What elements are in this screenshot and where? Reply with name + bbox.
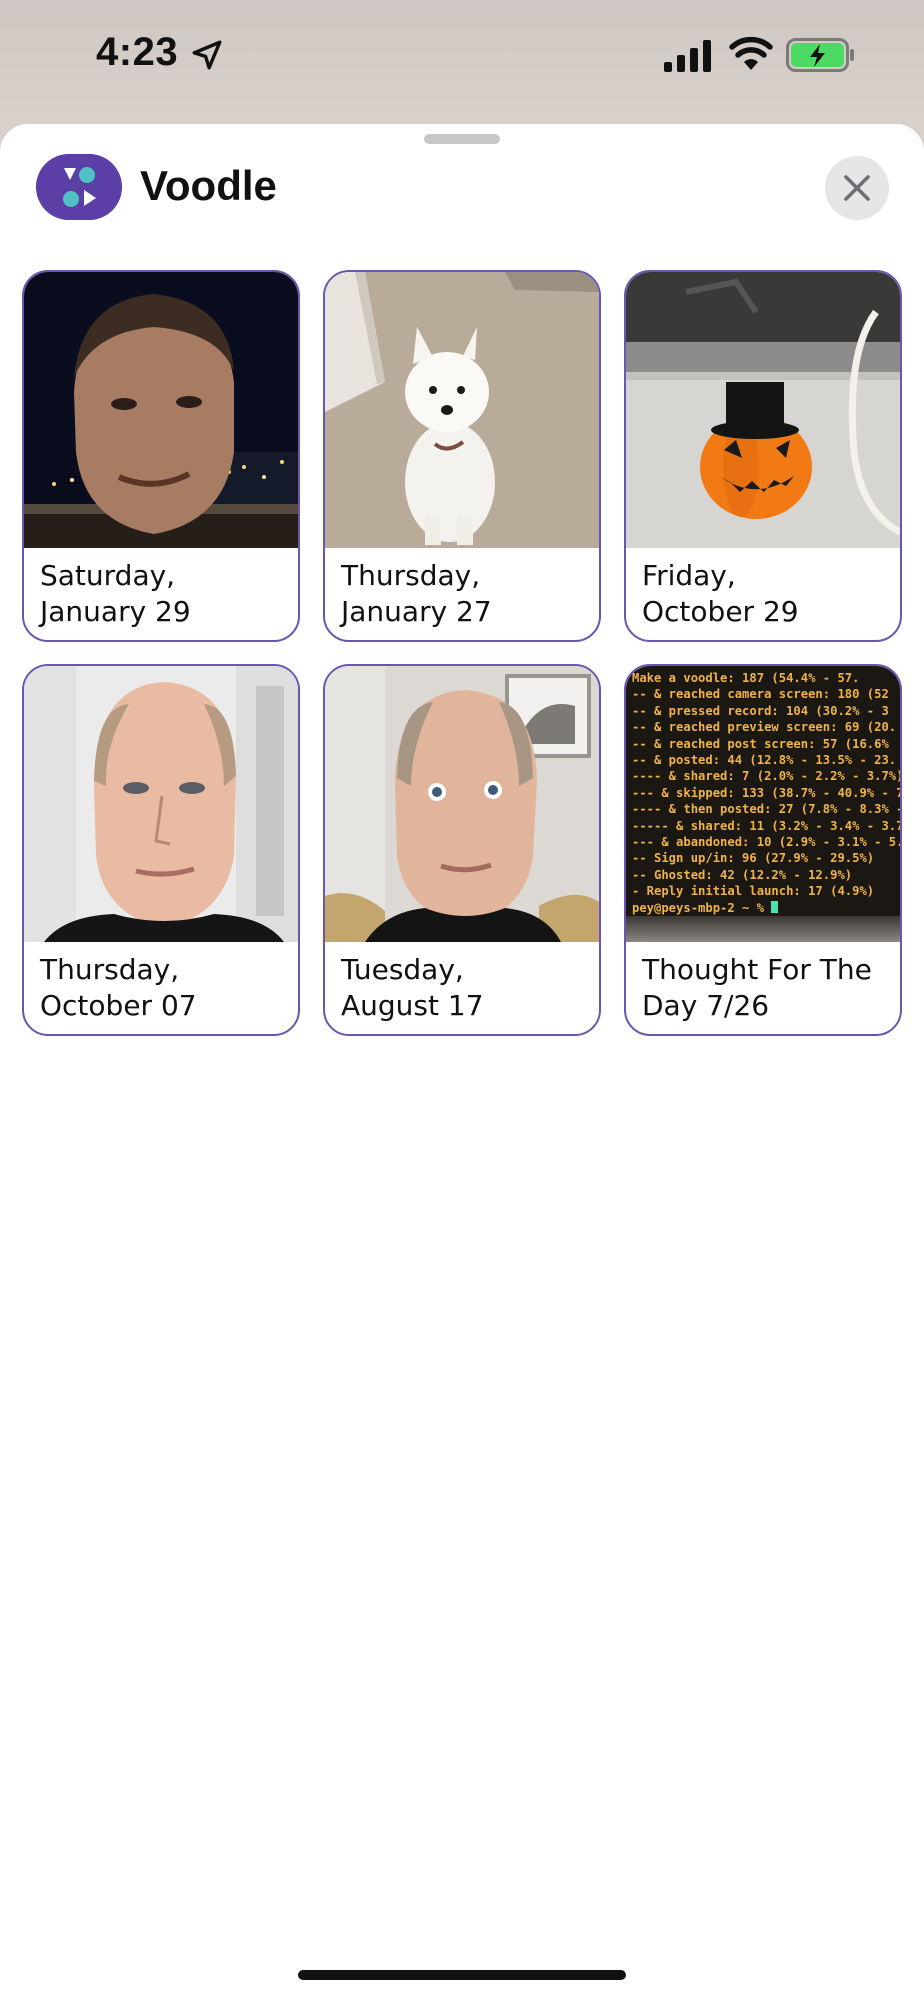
terminal-line: -- & reached post screen: 57 (16.6% bbox=[632, 736, 889, 751]
terminal-line: --- & abandoned: 10 (2.9% - 3.1% - 5. bbox=[632, 835, 900, 850]
terminal-cursor bbox=[771, 900, 779, 913]
voodle-caption: Thought For The Day 7/26 bbox=[642, 953, 872, 1022]
voodle-caption: Thursday, October 07 bbox=[40, 953, 197, 1022]
sheet-grabber[interactable] bbox=[424, 134, 500, 144]
status-time: 4:23 bbox=[96, 30, 179, 74]
voodle-logo-icon bbox=[36, 154, 122, 220]
terminal-line: -- Ghosted: 42 (12.2% - 12.9%) bbox=[632, 867, 853, 882]
close-button[interactable] bbox=[825, 156, 889, 220]
man-night-city-photo bbox=[24, 272, 298, 548]
man-portrait-closet-photo bbox=[24, 666, 298, 942]
home-indicator[interactable] bbox=[298, 1970, 626, 1980]
voodle-card[interactable]: Thursday, October 07 bbox=[22, 664, 300, 1036]
voodle-caption: Tuesday, August 17 bbox=[341, 953, 484, 1022]
voodle-card[interactable]: Saturday, January 29 bbox=[22, 270, 300, 642]
man-portrait-room-photo bbox=[325, 666, 599, 942]
terminal-line: --- & skipped: 133 (38.7% - 40.9% - 7 bbox=[632, 785, 900, 800]
terminal-line: - Reply initial launch: 17 (4.9%) bbox=[632, 884, 875, 899]
cellular-signal-icon bbox=[664, 40, 711, 72]
battery-charging-icon bbox=[786, 38, 854, 72]
voodle-grid: Saturday, January 29 Thursday, January 2… bbox=[22, 270, 904, 1036]
terminal-line: ---- & then posted: 27 (7.8% - 8.3% - bbox=[632, 802, 900, 817]
jack-o-lantern-top-hat-photo bbox=[626, 272, 900, 548]
voodle-caption: Saturday, January 29 bbox=[40, 559, 191, 628]
terminal-output: Make a voodle: 187 (54.4% - 57. -- & rea… bbox=[626, 666, 900, 942]
terminal-prompt: pey@peys-mbp-2 ~ % bbox=[632, 900, 772, 915]
terminal-line: -- & posted: 44 (12.8% - 13.5% - 23. bbox=[632, 753, 897, 768]
voodle-card[interactable]: Make a voodle: 187 (54.4% - 57. -- & rea… bbox=[624, 664, 902, 1036]
voodle-card[interactable]: Tuesday, August 17 bbox=[323, 664, 601, 1036]
voodle-card[interactable]: Thursday, January 27 bbox=[323, 270, 601, 642]
voodle-caption: Friday, October 29 bbox=[642, 559, 799, 628]
voodle-card[interactable]: Friday, October 29 bbox=[624, 270, 902, 642]
terminal-line: -- & reached camera screen: 180 (52 bbox=[632, 687, 889, 702]
close-icon bbox=[844, 175, 870, 201]
location-arrow-icon bbox=[192, 40, 222, 70]
terminal-line: ---- & shared: 7 (2.0% - 2.2% - 3.7%) bbox=[632, 769, 900, 784]
wifi-icon bbox=[729, 36, 773, 70]
terminal-line: -- Sign up/in: 96 (27.9% - 29.5%) bbox=[632, 851, 875, 866]
terminal-line: -- & reached preview screen: 69 (20. bbox=[632, 720, 897, 735]
status-bar: 4:23 bbox=[0, 0, 924, 120]
app-title: Voodle bbox=[140, 162, 277, 209]
terminal-line: ----- & shared: 11 (3.2% - 3.4% - 3.7 bbox=[632, 818, 900, 833]
voodle-sheet: Voodle Saturday, January 29 Thursday, Ja… bbox=[0, 124, 924, 2000]
white-terrier-dog-photo bbox=[325, 272, 599, 548]
voodle-caption: Thursday, January 27 bbox=[341, 559, 492, 628]
terminal-line: -- & pressed record: 104 (30.2% - 3 bbox=[632, 703, 889, 718]
terminal-screen-photo: Make a voodle: 187 (54.4% - 57. -- & rea… bbox=[626, 666, 900, 942]
terminal-line: Make a voodle: 187 (54.4% - 57. bbox=[632, 671, 860, 685]
laptop-bezel bbox=[626, 916, 900, 942]
